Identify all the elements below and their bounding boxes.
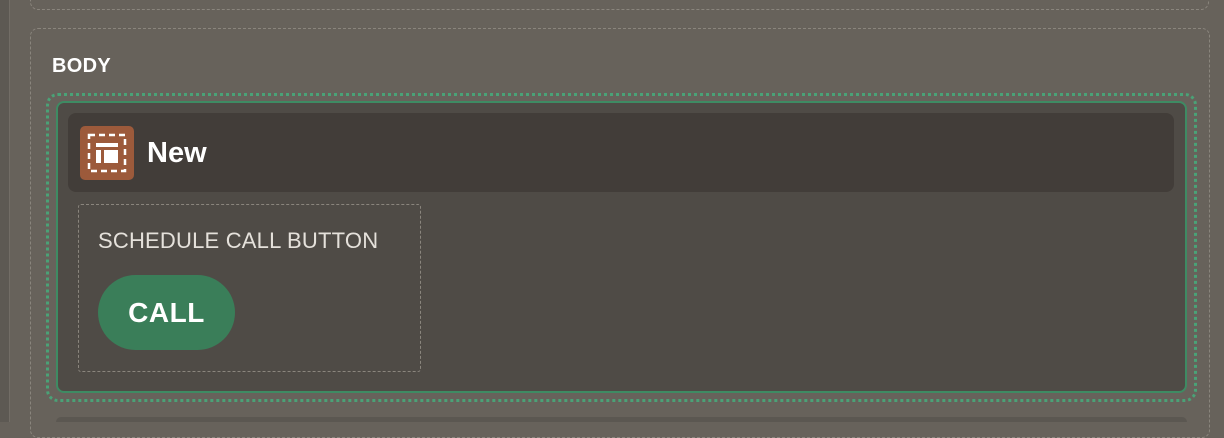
left-rail — [0, 0, 9, 422]
schedule-call-label: SCHEDULE CALL BUTTON — [98, 228, 379, 253]
region-title: New — [147, 137, 207, 169]
region-layout-icon — [80, 126, 134, 180]
previous-section-panel — [30, 0, 1209, 10]
call-button[interactable]: CALL — [98, 275, 235, 350]
next-region-edge — [56, 417, 1187, 422]
region-header[interactable] — [68, 113, 1174, 192]
left-rail-divider — [9, 0, 10, 422]
body-section-label: BODY — [52, 55, 111, 77]
